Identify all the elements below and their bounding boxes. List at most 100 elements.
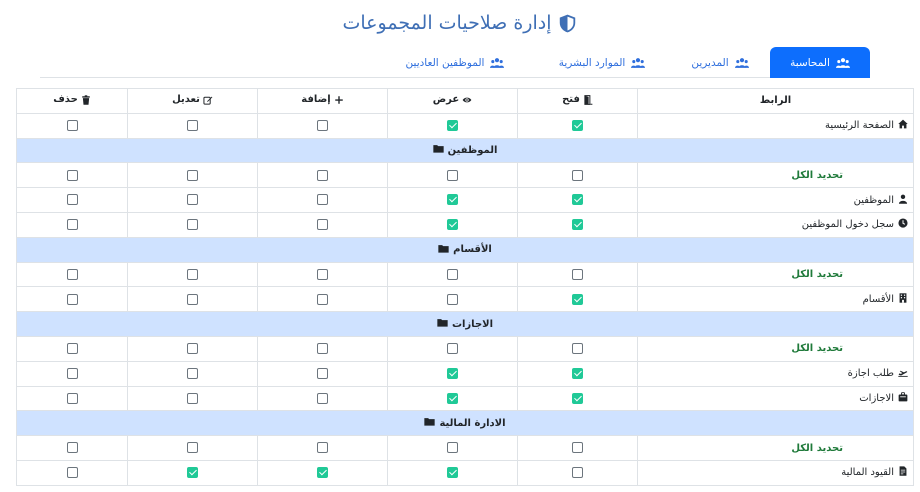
permission-checkbox-add[interactable] bbox=[317, 343, 328, 355]
permission-cell-view bbox=[387, 162, 518, 189]
clock-icon bbox=[898, 218, 908, 231]
permission-checkbox-edit[interactable] bbox=[187, 119, 198, 131]
permission-cell-view bbox=[387, 435, 518, 461]
permission-checkbox-add[interactable] bbox=[317, 119, 328, 131]
permission-checkbox-view[interactable] bbox=[447, 219, 458, 231]
permission-checkbox-edit[interactable] bbox=[187, 219, 198, 231]
select-all-label[interactable]: تحديد الكل bbox=[791, 170, 843, 181]
permission-checkbox-open[interactable] bbox=[572, 343, 583, 355]
permissions-table-wrap: الرابط فتح عرض إضافة تعديل حذف الصفحة ال… bbox=[16, 88, 914, 486]
permission-cell-delete bbox=[16, 385, 128, 412]
group-row: الأقسام bbox=[16, 236, 914, 263]
permission-checkbox-add[interactable] bbox=[317, 442, 328, 454]
permission-cell-open bbox=[517, 385, 638, 412]
column-header-delete: حذف bbox=[16, 88, 128, 114]
permission-checkbox-delete[interactable] bbox=[66, 343, 78, 355]
permission-cell-open bbox=[517, 360, 638, 387]
permission-checkbox-add[interactable] bbox=[317, 219, 328, 231]
permission-checkbox-open[interactable] bbox=[572, 293, 583, 305]
permission-checkbox-edit[interactable] bbox=[187, 194, 198, 206]
tab-human-resources[interactable]: الموارد البشرية bbox=[542, 47, 662, 78]
permission-checkbox-delete[interactable] bbox=[66, 169, 78, 181]
permission-checkbox-edit[interactable] bbox=[187, 442, 198, 454]
permission-cell-delete bbox=[16, 261, 128, 288]
permission-checkbox-view[interactable] bbox=[447, 467, 458, 479]
permission-checkbox-open[interactable] bbox=[572, 169, 583, 181]
select-all-row: تحديد الكل bbox=[16, 261, 914, 288]
select-all-cell[interactable]: تحديد الكل bbox=[637, 261, 914, 288]
tab-label: الموارد البشرية bbox=[558, 56, 626, 69]
permission-checkbox-add[interactable] bbox=[317, 392, 328, 404]
home-icon bbox=[898, 119, 908, 132]
permission-cell-edit bbox=[127, 211, 258, 238]
select-all-label[interactable]: تحديد الكل bbox=[791, 269, 843, 280]
permission-cell-edit bbox=[127, 459, 258, 486]
permission-cell-open bbox=[517, 459, 638, 486]
permission-checkbox-delete[interactable] bbox=[66, 467, 78, 479]
permission-checkbox-edit[interactable] bbox=[187, 343, 198, 355]
permission-checkbox-open[interactable] bbox=[572, 268, 583, 280]
permission-checkbox-open[interactable] bbox=[572, 467, 583, 479]
select-all-cell[interactable]: تحديد الكل bbox=[637, 162, 914, 189]
permission-checkbox-open[interactable] bbox=[572, 194, 583, 206]
permission-checkbox-add[interactable] bbox=[317, 268, 328, 280]
permission-checkbox-edit[interactable] bbox=[187, 367, 198, 379]
permission-checkbox-delete[interactable] bbox=[66, 392, 78, 404]
permission-checkbox-view[interactable] bbox=[447, 169, 458, 181]
permission-checkbox-add[interactable] bbox=[317, 194, 328, 206]
permission-checkbox-add[interactable] bbox=[317, 169, 328, 181]
permission-checkbox-delete[interactable] bbox=[66, 293, 78, 305]
permission-checkbox-add[interactable] bbox=[317, 293, 328, 305]
tab-accounting[interactable]: المحاسبة bbox=[770, 47, 870, 78]
page-title-text: إدارة صلاحيات المجموعات bbox=[342, 12, 552, 34]
permission-row: الأقسام bbox=[16, 286, 914, 313]
permission-checkbox-add[interactable] bbox=[317, 467, 328, 479]
permission-cell-add bbox=[257, 435, 388, 461]
permission-cell-view bbox=[387, 112, 518, 139]
permission-checkbox-view[interactable] bbox=[447, 119, 458, 131]
column-label: فتح bbox=[562, 94, 580, 106]
permission-checkbox-delete[interactable] bbox=[66, 442, 78, 454]
permission-checkbox-delete[interactable] bbox=[66, 219, 78, 231]
permission-checkbox-add[interactable] bbox=[317, 367, 328, 379]
permission-checkbox-view[interactable] bbox=[447, 442, 458, 454]
permission-checkbox-view[interactable] bbox=[447, 194, 458, 206]
permission-checkbox-view[interactable] bbox=[447, 343, 458, 355]
permission-checkbox-edit[interactable] bbox=[187, 392, 198, 404]
column-header-add: إضافة bbox=[257, 88, 388, 114]
tab-managers[interactable]: المديرين bbox=[675, 47, 765, 78]
group-tabs: المحاسبة المديرين الموارد البشرية الموظف… bbox=[40, 47, 870, 78]
permission-checkbox-view[interactable] bbox=[447, 392, 458, 404]
tab-label: المحاسبة bbox=[790, 56, 830, 69]
permission-checkbox-delete[interactable] bbox=[66, 194, 78, 206]
permission-checkbox-open[interactable] bbox=[572, 219, 583, 231]
select-all-label[interactable]: تحديد الكل bbox=[791, 443, 843, 454]
permission-checkbox-edit[interactable] bbox=[187, 467, 198, 479]
group-row: الادارة المالية bbox=[16, 410, 914, 437]
permission-checkbox-delete[interactable] bbox=[66, 119, 78, 131]
users-icon bbox=[631, 57, 646, 68]
permission-checkbox-edit[interactable] bbox=[187, 169, 198, 181]
tab-regular-employees[interactable]: الموظفين العاديين bbox=[385, 47, 525, 78]
permission-checkbox-delete[interactable] bbox=[66, 268, 78, 280]
permission-checkbox-view[interactable] bbox=[447, 293, 458, 305]
building-icon bbox=[898, 293, 908, 306]
permission-cell-edit bbox=[127, 286, 258, 313]
permission-cell-view bbox=[387, 211, 518, 238]
permission-checkbox-delete[interactable] bbox=[66, 367, 78, 379]
permission-checkbox-open[interactable] bbox=[572, 119, 583, 131]
permission-checkbox-view[interactable] bbox=[447, 367, 458, 379]
user-icon bbox=[898, 194, 908, 207]
permission-cell-add bbox=[257, 459, 388, 486]
select-all-label[interactable]: تحديد الكل bbox=[791, 343, 843, 354]
permission-checkbox-edit[interactable] bbox=[187, 293, 198, 305]
permission-checkbox-view[interactable] bbox=[447, 268, 458, 280]
select-all-cell[interactable]: تحديد الكل bbox=[637, 335, 914, 362]
permission-checkbox-open[interactable] bbox=[572, 442, 583, 454]
group-header-cell: الادارة المالية bbox=[16, 410, 914, 437]
permission-checkbox-open[interactable] bbox=[572, 392, 583, 404]
permission-checkbox-open[interactable] bbox=[572, 367, 583, 379]
column-header-link: الرابط bbox=[637, 88, 914, 114]
select-all-cell[interactable]: تحديد الكل bbox=[637, 435, 914, 461]
permission-checkbox-edit[interactable] bbox=[187, 268, 198, 280]
